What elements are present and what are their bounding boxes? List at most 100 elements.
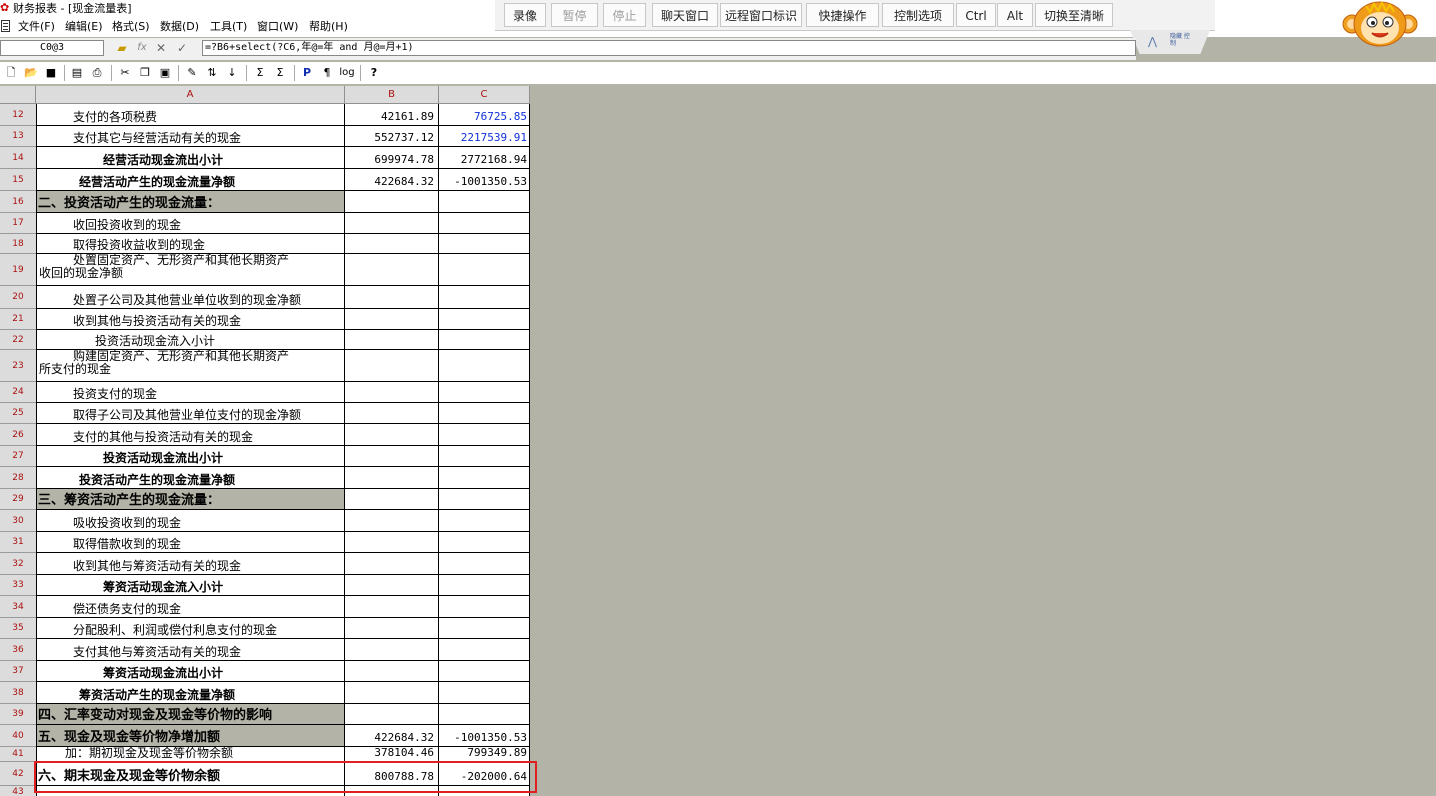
row-number[interactable]: 39 (0, 704, 36, 725)
cell-c[interactable] (439, 286, 530, 309)
cell-a[interactable]: 六、期末现金及现金等价物余额 (36, 762, 345, 786)
cancel-formula-icon[interactable]: ✕ (153, 40, 169, 56)
cell-c[interactable] (439, 213, 530, 234)
cell-c[interactable] (439, 191, 530, 213)
remote-window-id-button[interactable]: 远程窗口标识 (720, 3, 802, 27)
cell-c[interactable] (439, 330, 530, 350)
row-number[interactable]: 33 (0, 575, 36, 596)
cell-a[interactable]: 处置子公司及其他营业单位收到的现金净额 (36, 286, 345, 309)
save-icon[interactable]: ■ (43, 65, 59, 81)
cell-b[interactable] (345, 618, 439, 639)
cell-a[interactable]: 经营活动产生的现金流量净额 (36, 169, 345, 191)
cell-c[interactable] (439, 532, 530, 553)
row-number[interactable]: 27 (0, 446, 36, 467)
cell-b[interactable]: 552737.12 (345, 126, 439, 147)
cell-c[interactable]: 799349.89 (439, 747, 530, 762)
cell-c[interactable] (439, 661, 530, 682)
ctrl-key-button[interactable]: Ctrl (956, 3, 996, 27)
cell-a[interactable]: 取得子公司及其他营业单位支付的现金净额 (36, 403, 345, 424)
cell-c[interactable] (439, 596, 530, 618)
row-number[interactable]: 23 (0, 350, 36, 382)
print-icon[interactable]: ⎙ (89, 65, 105, 81)
cell-a[interactable]: 支付的各项税费 (36, 104, 345, 126)
cell-c[interactable] (439, 575, 530, 596)
sum-range-icon[interactable]: Σ (272, 65, 288, 81)
sort-icon[interactable]: ⇅ (204, 65, 220, 81)
menu-help[interactable]: 帮助(H) (309, 20, 348, 34)
page-setup-icon[interactable]: P (299, 65, 315, 81)
cell-b[interactable] (345, 682, 439, 704)
cell-a[interactable]: 收回投资收到的现金 (36, 213, 345, 234)
cell-a[interactable] (36, 786, 345, 796)
menu-format[interactable]: 格式(S) (112, 20, 150, 34)
cell-b[interactable] (345, 575, 439, 596)
cell-a[interactable]: 取得投资收益收到的现金 (36, 234, 345, 254)
cell-a[interactable]: 偿还债务支付的现金 (36, 596, 345, 618)
help-pointer-icon[interactable]: ? (366, 65, 382, 81)
row-number[interactable]: 12 (0, 104, 36, 126)
row-number[interactable]: 25 (0, 403, 36, 424)
cell-b[interactable] (345, 786, 439, 796)
cell-c[interactable] (439, 446, 530, 467)
cell-a[interactable]: 购建固定资产、无形资产和其他长期资产 所支付的现金 (36, 350, 345, 382)
control-options-button[interactable]: 控制选项 (882, 3, 954, 27)
row-number[interactable]: 29 (0, 489, 36, 510)
formula-input[interactable]: =?B6+select(?C6,年@=年 and 月@=月+1) (202, 40, 1136, 56)
cell-c[interactable] (439, 510, 530, 532)
cell-a[interactable]: 支付其它与经营活动有关的现金 (36, 126, 345, 147)
cell-a[interactable]: 投资活动产生的现金流量净额 (36, 467, 345, 489)
row-number[interactable]: 18 (0, 234, 36, 254)
cell-b[interactable] (345, 704, 439, 725)
row-number[interactable]: 42 (0, 762, 36, 786)
cell-c[interactable]: 76725.85 (439, 104, 530, 126)
row-number[interactable]: 19 (0, 254, 36, 286)
cell-a[interactable]: 加：期初现金及现金等价物余额 (36, 747, 345, 762)
column-header-b[interactable]: B (345, 86, 439, 104)
row-number[interactable]: 28 (0, 467, 36, 489)
cell-c[interactable] (439, 489, 530, 510)
cell-a[interactable]: 筹资活动现金流出小计 (36, 661, 345, 682)
cell-a[interactable]: 取得借款收到的现金 (36, 532, 345, 553)
cell-a[interactable]: 三、筹资活动产生的现金流量： (36, 489, 345, 510)
row-number[interactable]: 20 (0, 286, 36, 309)
cell-b[interactable] (345, 532, 439, 553)
quick-actions-button[interactable]: 快捷操作 (806, 3, 879, 27)
cell-c[interactable] (439, 618, 530, 639)
cell-c[interactable]: -1001350.53 (439, 725, 530, 747)
chat-window-button[interactable]: 聊天窗口 (652, 3, 718, 27)
cell-a[interactable]: 投资活动现金流出小计 (36, 446, 345, 467)
cell-c[interactable]: 2217539.91 (439, 126, 530, 147)
cell-b[interactable] (345, 286, 439, 309)
cell-a[interactable]: 筹资活动现金流入小计 (36, 575, 345, 596)
cell-b[interactable] (345, 489, 439, 510)
menu-window[interactable]: 窗口(W) (257, 20, 298, 34)
cell-b[interactable] (345, 510, 439, 532)
sort-descending-icon[interactable]: ↓ (224, 65, 240, 81)
cell-b[interactable] (345, 639, 439, 661)
cell-a[interactable]: 收到其他与筹资活动有关的现金 (36, 553, 345, 575)
format-painter-icon[interactable]: ✎ (184, 65, 200, 81)
cell-b[interactable]: 422684.32 (345, 169, 439, 191)
cell-b[interactable] (345, 191, 439, 213)
paste-icon[interactable]: ▣ (157, 65, 173, 81)
cell-b[interactable] (345, 661, 439, 682)
document-icon[interactable] (1, 20, 10, 32)
row-number[interactable]: 37 (0, 661, 36, 682)
cell-c[interactable] (439, 786, 530, 796)
cell-b[interactable] (345, 309, 439, 330)
cell-c[interactable] (439, 639, 530, 661)
cell-b[interactable] (345, 596, 439, 618)
cell-b[interactable]: 699974.78 (345, 147, 439, 169)
cell-b[interactable]: 800788.78 (345, 762, 439, 786)
function-wizard-icon[interactable]: ▰ (114, 40, 130, 56)
cut-icon[interactable]: ✂ (117, 65, 133, 81)
cell-b[interactable]: 42161.89 (345, 104, 439, 126)
row-number[interactable]: 30 (0, 510, 36, 532)
cell-a[interactable]: 投资活动现金流入小计 (36, 330, 345, 350)
row-number[interactable]: 31 (0, 532, 36, 553)
sum-icon[interactable]: Σ (252, 65, 268, 81)
select-all-corner[interactable] (0, 86, 36, 104)
cell-c[interactable] (439, 553, 530, 575)
row-number[interactable]: 21 (0, 309, 36, 330)
fx-icon[interactable]: fx (134, 40, 150, 56)
